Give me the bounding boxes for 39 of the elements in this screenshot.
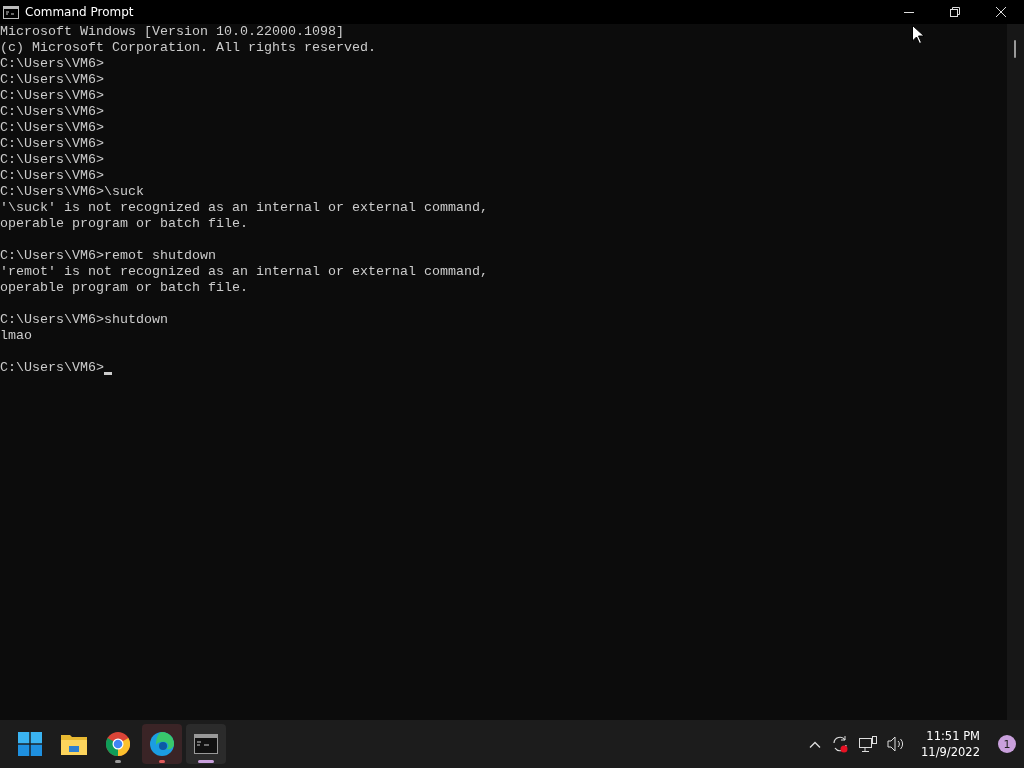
browser-logo-icon bbox=[150, 732, 174, 756]
console-line: C:\Users\VM6> bbox=[0, 72, 104, 88]
scrollbar-thumb[interactable] bbox=[1014, 40, 1016, 58]
chevron-up-icon[interactable] bbox=[809, 740, 822, 748]
console-line: C:\Users\VM6> bbox=[0, 152, 104, 168]
console-line: operable program or batch file. bbox=[0, 280, 248, 296]
console-line: C:\Users\VM6>remot shutdown bbox=[0, 248, 216, 264]
windows-logo-icon bbox=[18, 732, 42, 756]
console-line: Microsoft Windows [Version 10.0.22000.1098] bbox=[0, 24, 344, 40]
console-app-icon bbox=[3, 5, 19, 19]
console-line: C:\Users\VM6> bbox=[0, 88, 104, 104]
console-line: C:\Users\VM6> bbox=[0, 136, 104, 152]
console-line: C:\Users\VM6>shutdown bbox=[0, 312, 168, 328]
console-line: C:\Users\VM6>\suck bbox=[0, 184, 144, 200]
clock-time[interactable]: 11:51 PM bbox=[926, 728, 980, 744]
speaker-icon[interactable] bbox=[887, 736, 906, 752]
folder-icon bbox=[61, 733, 87, 755]
browser-logo-icon bbox=[106, 732, 130, 756]
window-title: Command Prompt bbox=[25, 5, 134, 19]
command-prompt: C:\Users\VM6> bbox=[0, 360, 104, 376]
close-icon bbox=[996, 7, 1006, 17]
restore-icon bbox=[950, 7, 960, 17]
console-line: operable program or batch file. bbox=[0, 216, 248, 232]
taskbar-app-button[interactable] bbox=[186, 724, 226, 764]
console-line: C:\Users\VM6> bbox=[0, 104, 104, 120]
console-line: C:\Users\VM6> bbox=[0, 120, 104, 136]
console-line: C:\Users\VM6> bbox=[0, 56, 104, 72]
sync-icon[interactable] bbox=[831, 735, 850, 753]
taskbar-app-button[interactable] bbox=[142, 724, 182, 764]
clock-date[interactable]: 11/9/2022 bbox=[921, 744, 980, 760]
console-line: '\suck' is not recognized as an internal or external command, bbox=[0, 200, 488, 216]
console-line: 'remot' is not recognized as an internal or external command, bbox=[0, 264, 488, 280]
console-app-icon bbox=[194, 734, 218, 754]
console-line: (c) Microsoft Corporation. All rights reserved. bbox=[0, 40, 376, 56]
console-line: lmao bbox=[0, 328, 32, 344]
console-line: C:\Users\VM6> bbox=[0, 168, 104, 184]
minimize-icon bbox=[904, 11, 914, 13]
network-icon[interactable] bbox=[859, 736, 878, 752]
notification-badge[interactable]: 1 bbox=[998, 735, 1016, 753]
